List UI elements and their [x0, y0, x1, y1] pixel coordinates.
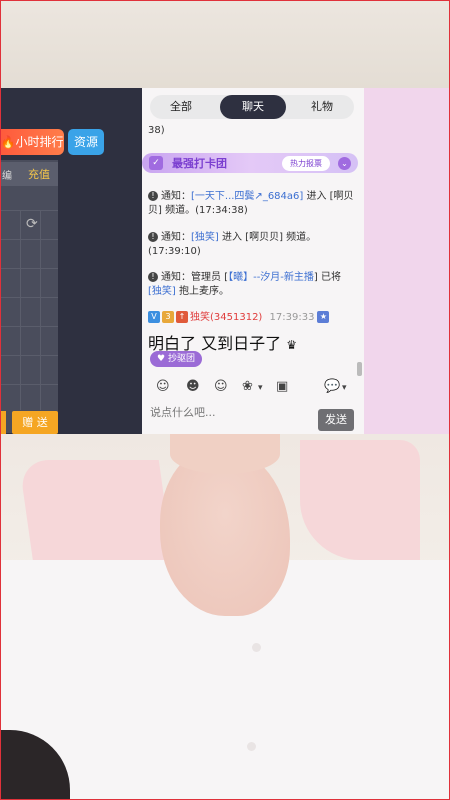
guard-badge-icon: ↑ — [176, 311, 188, 323]
chevron-down-icon[interactable]: ▾ — [342, 383, 347, 393]
chat-text: ] 已将 — [313, 272, 342, 283]
shirt-button — [252, 643, 261, 652]
notice-icon: ! — [148, 232, 158, 242]
flower-icon[interactable]: ❀ — [242, 379, 253, 394]
tab-chat[interactable]: 聊天 — [220, 95, 286, 119]
chat-partial-line: 38) — [148, 125, 165, 136]
fan-club-label: 抄驱团 — [167, 354, 195, 364]
hourly-rank-button[interactable]: 🔥小时排行 — [0, 129, 64, 155]
send-button[interactable]: 发送 — [318, 409, 354, 431]
shirt-collar-right — [300, 440, 420, 560]
gift-grid[interactable] — [0, 210, 58, 410]
hourly-rank-label: 小时排行 — [15, 135, 64, 149]
gif-icon[interactable]: ☺ — [214, 379, 228, 394]
chat-username[interactable]: [一天下...四鬓↗_684a6] — [191, 191, 303, 202]
gift-list-header-label: 编 — [2, 171, 12, 182]
notice-label: 通知： — [161, 232, 191, 243]
chat-bubble-icon[interactable]: 💬 — [324, 379, 340, 394]
video-top-area — [0, 0, 450, 88]
chin — [170, 434, 280, 474]
notice-label: 通知： — [161, 191, 191, 202]
chevron-down-icon[interactable]: ⌄ — [338, 157, 351, 170]
chevron-down-icon[interactable]: ▾ — [258, 383, 263, 393]
chat-username[interactable]: [独笑] — [148, 286, 176, 297]
shirt-button — [247, 742, 256, 751]
notice-icon: ! — [148, 191, 158, 201]
notice-icon: ! — [148, 272, 158, 282]
tab-gifts[interactable]: 礼物 — [300, 95, 344, 119]
emoji-icon[interactable]: ☺ — [156, 379, 170, 394]
send-gift-button[interactable]: 赠 送 — [12, 411, 58, 434]
chat-text: 管理员 [ — [191, 272, 229, 283]
user-message-header: V 3 ↑ 独笑(3451312) 17:39:33 ★ — [148, 311, 354, 325]
refresh-icon[interactable]: ⟳ — [26, 216, 38, 232]
gift-bar-edge — [0, 411, 6, 434]
bullet-comment-icon[interactable]: ▣ — [276, 379, 288, 394]
chat-message: ! 通知：[一天下...四鬓↗_684a6] 进入 [啊贝贝] 频道。(17:34… — [148, 190, 354, 218]
fan-club-badge[interactable]: ♥ 抄驱团 — [150, 351, 202, 367]
chat-username[interactable]: 【曦】--汐月-新主播 — [228, 272, 314, 283]
chat-timestamp: 17:39:33 — [269, 312, 315, 323]
chat-input[interactable] — [148, 404, 312, 420]
user-badge-icon: ★ — [317, 311, 330, 323]
resource-button[interactable]: 资源 — [68, 129, 104, 155]
crown-icon: ♛ — [286, 338, 297, 352]
right-side-panel — [364, 88, 450, 434]
level-badge-icon: V — [148, 311, 160, 323]
chat-message: ! 通知：[独笑] 进入 [啊贝贝] 频道。(17:39:10) — [148, 231, 354, 259]
tab-all[interactable]: 全部 — [156, 95, 206, 119]
rank-badge-icon: 3 — [162, 311, 174, 323]
chat-text: 抱上麦序。 — [175, 286, 229, 297]
card-icon: ✓ — [149, 156, 163, 170]
chat-username[interactable]: 独笑(3451312) — [190, 312, 262, 323]
recharge-link[interactable]: 充值 — [28, 166, 50, 182]
hot-vote-button[interactable]: 热力报票 — [282, 156, 330, 171]
chat-message: ! 通知：管理员 [【曦】--汐月-新主播] 已将 [独笑] 抱上麦序。 — [148, 271, 354, 299]
sticker-icon[interactable]: ☻ — [186, 379, 200, 394]
notice-label: 通知： — [161, 272, 191, 283]
card-banner-title: 最强打卡团 — [172, 157, 227, 170]
chat-scrollbar[interactable] — [357, 362, 362, 376]
chat-username[interactable]: [独笑] — [191, 232, 219, 243]
